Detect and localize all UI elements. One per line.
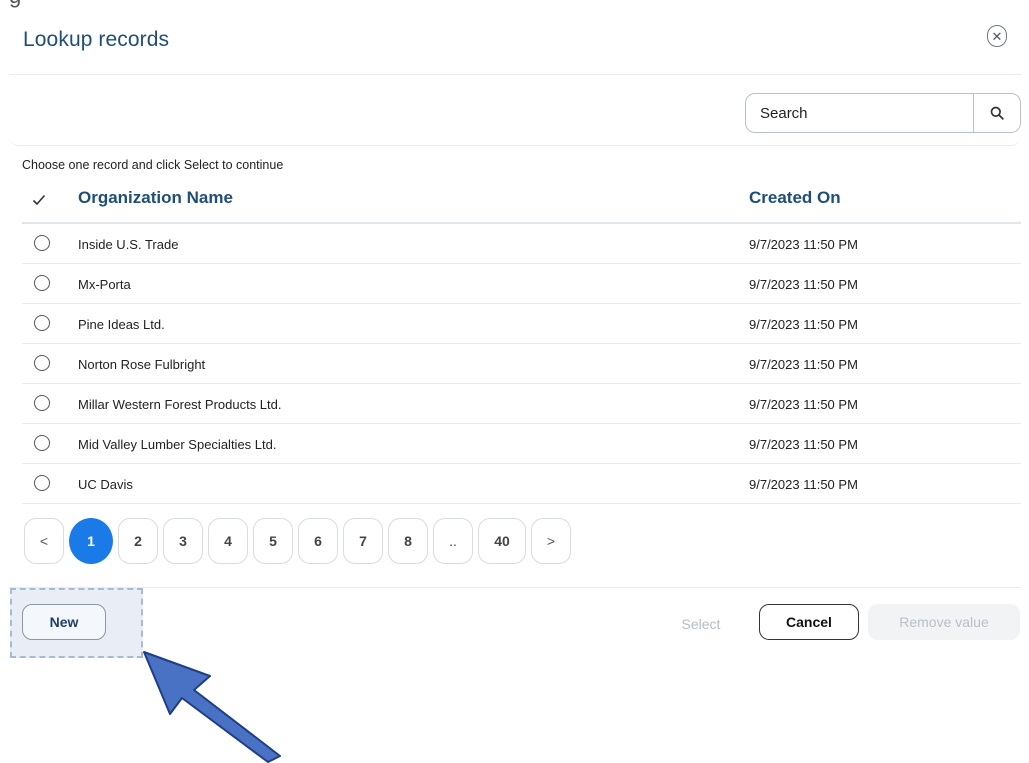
created-on-cell: 9/7/2023 11:50 PM: [749, 357, 858, 372]
column-header-created-on[interactable]: Created On: [749, 188, 841, 208]
row-radio[interactable]: [34, 275, 50, 291]
page-button-1[interactable]: 1: [69, 518, 113, 564]
organization-name-cell: Mid Valley Lumber Specialties Ltd.: [78, 437, 277, 452]
page-button-8[interactable]: 8: [388, 518, 428, 564]
table-row[interactable]: Mx-Porta 9/7/2023 11:50 PM: [22, 264, 1021, 304]
dialog-header: Lookup records ✕: [9, 0, 1021, 75]
cancel-button[interactable]: Cancel: [759, 604, 859, 640]
row-radio[interactable]: [34, 475, 50, 491]
instruction-text: Choose one record and click Select to co…: [22, 158, 284, 172]
row-radio[interactable]: [34, 355, 50, 371]
column-header-organization-name[interactable]: Organization Name: [78, 188, 233, 208]
select-button[interactable]: Select: [656, 606, 746, 642]
pagination: < 1 2 3 4 5 6 7 8 .. 40 >: [24, 518, 571, 564]
new-button[interactable]: New: [22, 604, 106, 640]
search-button[interactable]: [973, 94, 1020, 132]
row-radio[interactable]: [34, 235, 50, 251]
pointer-arrow-icon: [143, 651, 281, 763]
page-button-40[interactable]: 40: [478, 518, 526, 564]
footer-divider: [9, 587, 1021, 588]
page-button-4[interactable]: 4: [208, 518, 248, 564]
page-button-7[interactable]: 7: [343, 518, 383, 564]
table-row[interactable]: Norton Rose Fulbright 9/7/2023 11:50 PM: [22, 344, 1021, 384]
search-icon: [990, 106, 1004, 120]
table-header: Organization Name Created On: [22, 178, 1021, 224]
dialog-title: Lookup records: [23, 28, 170, 51]
organization-name-cell: Norton Rose Fulbright: [78, 357, 206, 372]
page-button-5[interactable]: 5: [253, 518, 293, 564]
row-radio[interactable]: [34, 395, 50, 411]
organization-name-cell: Mx-Porta: [78, 277, 131, 292]
page-button-2[interactable]: 2: [118, 518, 158, 564]
row-radio[interactable]: [34, 315, 50, 331]
checkmark-icon[interactable]: [32, 194, 46, 206]
table-row[interactable]: Inside U.S. Trade 9/7/2023 11:50 PM: [22, 224, 1021, 264]
records-table: Organization Name Created On Inside U.S.…: [22, 178, 1021, 504]
search-box: [745, 93, 1021, 133]
created-on-cell: 9/7/2023 11:50 PM: [749, 437, 858, 452]
remove-value-button[interactable]: Remove value: [868, 604, 1020, 640]
row-radio[interactable]: [34, 435, 50, 451]
search-input[interactable]: [746, 94, 973, 132]
previous-page-button[interactable]: <: [24, 518, 64, 564]
table-row[interactable]: UC Davis 9/7/2023 11:50 PM: [22, 464, 1021, 504]
close-button[interactable]: ✕: [987, 25, 1007, 47]
created-on-cell: 9/7/2023 11:50 PM: [749, 277, 858, 292]
table-row[interactable]: Pine Ideas Ltd. 9/7/2023 11:50 PM: [22, 304, 1021, 344]
table-row[interactable]: Millar Western Forest Products Ltd. 9/7/…: [22, 384, 1021, 424]
organization-name-cell: UC Davis: [78, 477, 133, 492]
page-button-6[interactable]: 6: [298, 518, 338, 564]
organization-name-cell: Millar Western Forest Products Ltd.: [78, 397, 282, 412]
table-row[interactable]: Mid Valley Lumber Specialties Ltd. 9/7/2…: [22, 424, 1021, 464]
page-button-3[interactable]: 3: [163, 518, 203, 564]
organization-name-cell: Inside U.S. Trade: [78, 237, 179, 252]
page-ellipsis: ..: [433, 518, 473, 564]
lookup-dialog: g Lookup records ✕ Choose one record and…: [0, 0, 1029, 763]
created-on-cell: 9/7/2023 11:50 PM: [749, 477, 858, 492]
next-page-button[interactable]: >: [531, 518, 571, 564]
created-on-cell: 9/7/2023 11:50 PM: [749, 237, 858, 252]
created-on-cell: 9/7/2023 11:50 PM: [749, 397, 858, 412]
created-on-cell: 9/7/2023 11:50 PM: [749, 317, 858, 332]
close-icon: ✕: [991, 28, 1003, 44]
organization-name-cell: Pine Ideas Ltd.: [78, 317, 165, 332]
